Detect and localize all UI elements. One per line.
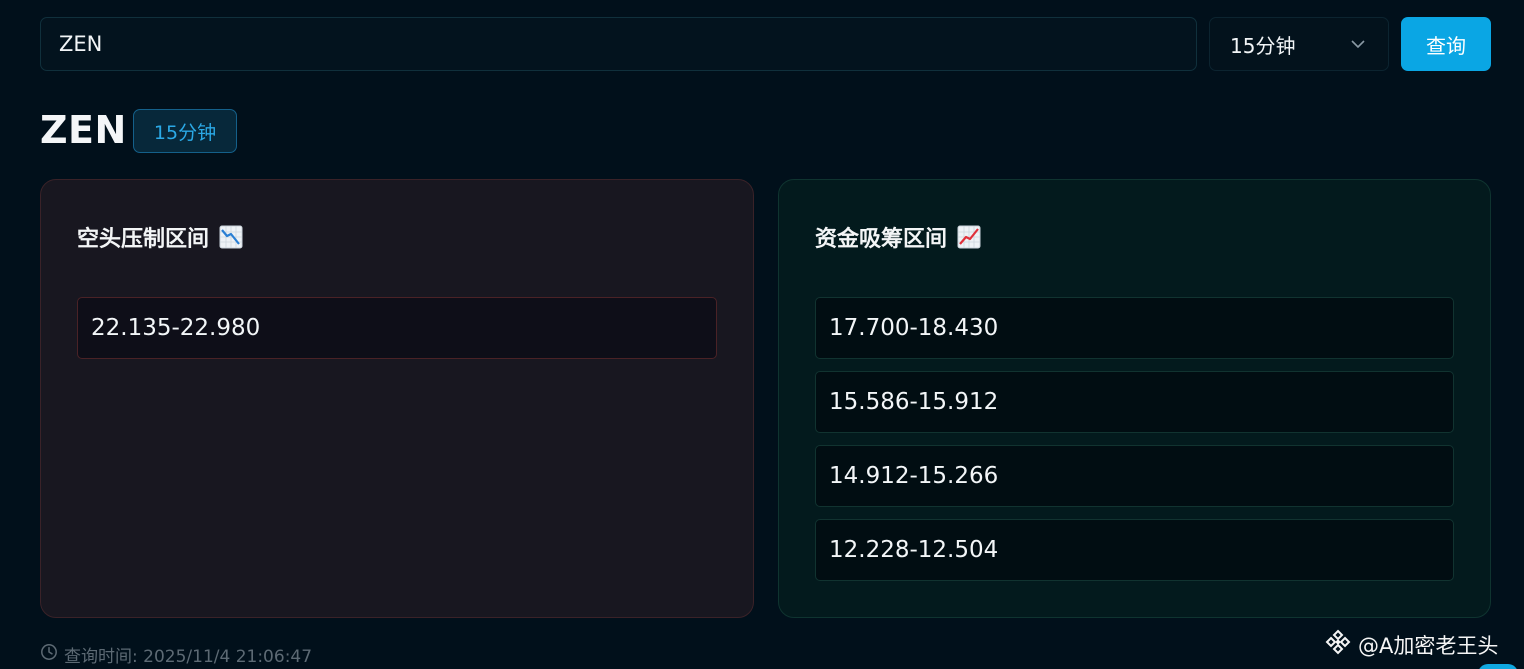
clock-icon — [40, 643, 58, 666]
interval-select[interactable]: 15分钟 — [1209, 17, 1389, 71]
query-button[interactable]: 查询 — [1401, 17, 1491, 71]
short-panel-title: 空头压制区间 — [77, 221, 243, 253]
accumulation-zone-item: 12.228-12.504 — [815, 519, 1454, 581]
accumulation-zone-item: 17.700-18.430 — [815, 297, 1454, 359]
accumulation-panel: 资金吸筹区间 17.700-18.430 15.586-15.912 14.91… — [778, 179, 1491, 618]
chart-decreasing-icon — [219, 225, 243, 249]
short-zone-item: 22.135-22.980 — [77, 297, 717, 359]
symbol-title: ZEN — [40, 108, 127, 152]
interval-select-value: 15分钟 — [1230, 33, 1296, 58]
long-panel-title: 资金吸筹区间 — [815, 221, 981, 253]
short-pressure-panel: 空头压制区间 22.135-22.980 — [40, 179, 754, 618]
chevron-down-icon — [1350, 36, 1366, 52]
query-time-text: 查询时间: 2025/11/4 21:06:47 — [64, 647, 313, 667]
query-time: 查询时间: 2025/11/4 21:06:47 — [40, 642, 312, 667]
binance-logo-icon — [1324, 628, 1352, 661]
accumulation-zone-item: 15.586-15.912 — [815, 371, 1454, 433]
page: 15分钟 查询 ZEN 15分钟 空头压制区间 22.135-22.980 资金… — [0, 0, 1524, 669]
interval-tag: 15分钟 — [133, 109, 237, 153]
symbol-search-input[interactable] — [40, 17, 1197, 71]
long-panel-title-text: 资金吸筹区间 — [815, 227, 948, 252]
watermark: @A加密老王头 — [1324, 628, 1498, 661]
short-panel-title-text: 空头压制区间 — [77, 227, 210, 252]
chart-increasing-icon — [957, 225, 981, 249]
accumulation-zone-item: 14.912-15.266 — [815, 445, 1454, 507]
watermark-text: @A加密老王头 — [1358, 633, 1499, 658]
floating-action-button[interactable] — [1478, 664, 1518, 669]
